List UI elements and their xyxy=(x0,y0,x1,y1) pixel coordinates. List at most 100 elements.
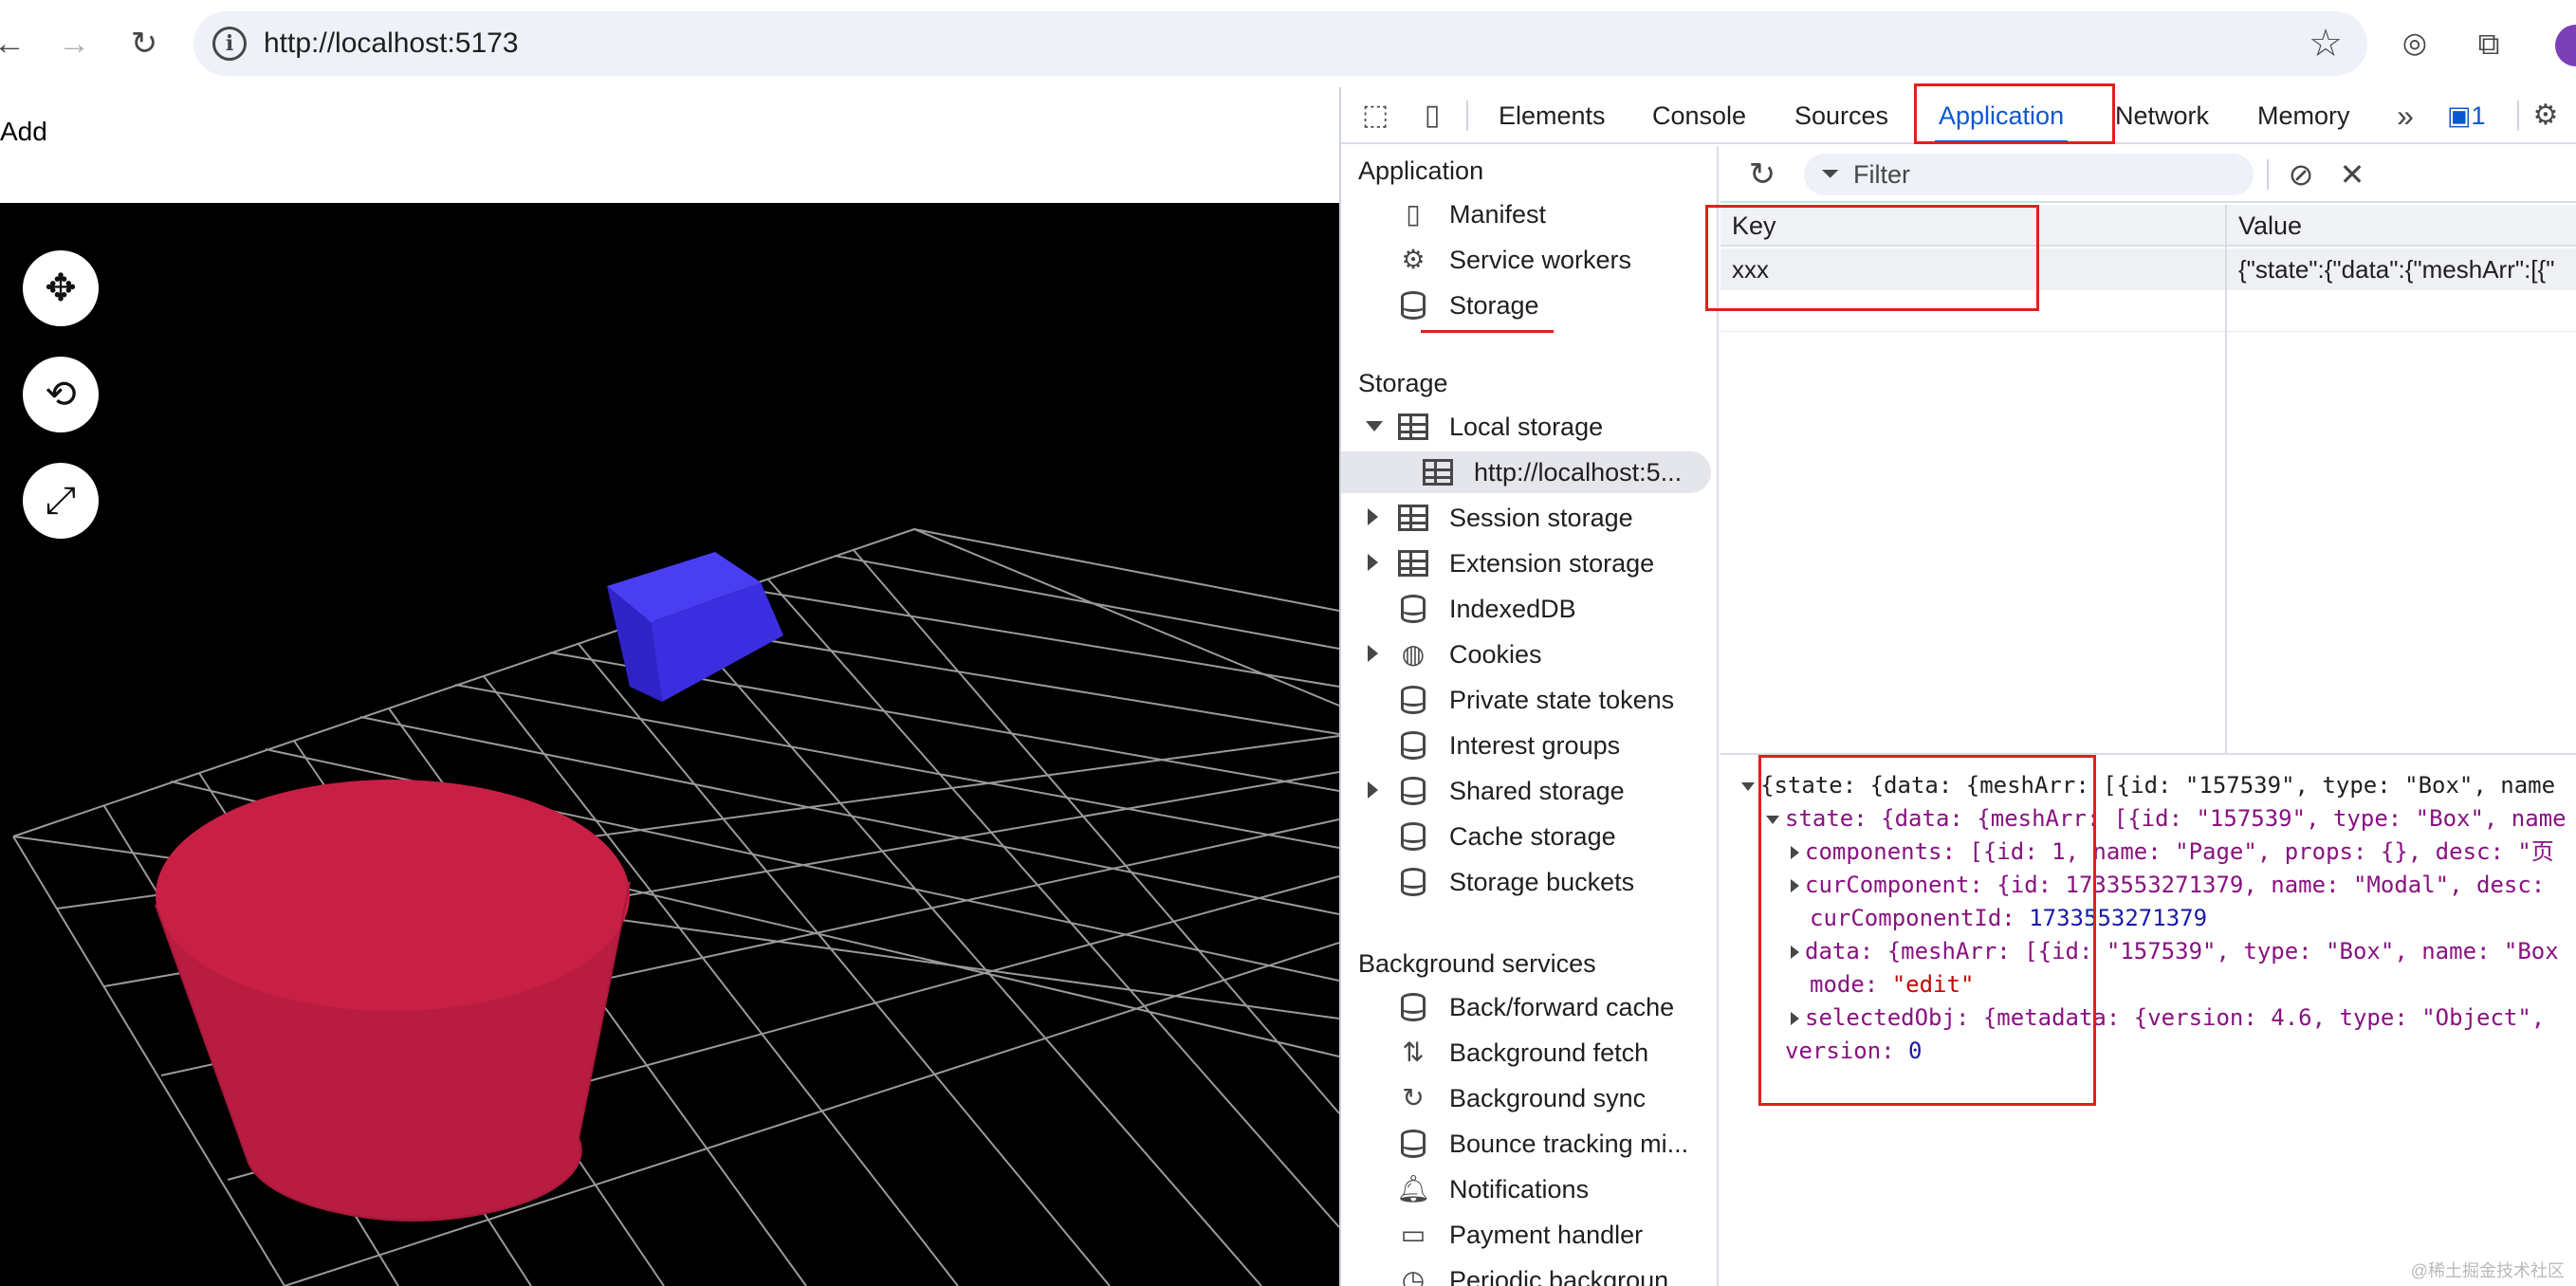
device-toolbar-icon[interactable]: ▯ xyxy=(1413,97,1451,135)
sidebar-item-label: Payment handler xyxy=(1449,1221,1644,1249)
tab-memory[interactable]: Memory xyxy=(2257,87,2350,144)
preview-cur-component-line[interactable]: curComponent: {id: 1733553271379, name: … xyxy=(1791,868,2545,902)
preview-key: version: xyxy=(1785,1038,1895,1064)
sidebar-item-periodic-background[interactable]: ◷ Periodic backgroun xyxy=(1341,1259,1717,1286)
clear-all-icon[interactable]: ⊘ xyxy=(2282,156,2320,193)
sidebar-item-local-storage[interactable]: Local storage xyxy=(1341,406,1717,448)
preview-key: curComponentId: xyxy=(1810,905,2015,931)
forward-arrow-icon[interactable]: → xyxy=(49,19,99,68)
add-label[interactable]: Add xyxy=(0,116,47,148)
cell-value[interactable]: {"state":{"data":{"meshArr":[{" xyxy=(2227,248,2576,290)
up-down-arrows-icon: ⇅ xyxy=(1402,1038,1425,1067)
sidebar-item-cache-storage[interactable]: Cache storage xyxy=(1341,816,1717,857)
collapse-triangle-icon[interactable] xyxy=(1791,946,1799,959)
sidebar-item-notifications[interactable]: 🔔︎ Notifications xyxy=(1341,1168,1717,1210)
sidebar-item-storage-buckets[interactable]: Storage buckets xyxy=(1341,861,1717,903)
cookie-icon: ◍ xyxy=(1401,639,1426,669)
red-cylinder xyxy=(155,780,631,1222)
table-header: Key Value xyxy=(1720,205,2576,247)
column-header-key[interactable]: Key xyxy=(1720,205,2225,247)
url-text[interactable]: http://localhost:5173 xyxy=(264,27,519,61)
refresh-icon[interactable]: ↻ xyxy=(1743,156,1781,193)
profile-avatar[interactable] xyxy=(2555,25,2576,66)
sidebar-item-service-workers[interactable]: ⚙ Service workers xyxy=(1341,239,1717,281)
sidebar-item-storage-overview[interactable]: Storage xyxy=(1341,285,1717,326)
sidebar-item-label: Shared storage xyxy=(1449,777,1625,805)
delete-selected-icon[interactable]: ✕ xyxy=(2333,156,2371,193)
sidebar-item-session-storage[interactable]: Session storage xyxy=(1341,497,1717,539)
toolbar-separator xyxy=(2267,159,2269,190)
collapse-arrow-icon[interactable] xyxy=(1368,645,1378,662)
preview-text: data: {meshArr: [{id: "157539", type: "B… xyxy=(1805,938,2559,964)
sidebar-item-local-storage-origin[interactable]: http://localhost:5... xyxy=(1341,451,1711,493)
application-section-header: Application xyxy=(1358,156,1484,185)
extension-circle-icon[interactable]: ◎ xyxy=(2390,19,2439,68)
reload-icon[interactable]: ↻ xyxy=(120,19,169,68)
preview-state-line[interactable]: state: {data: {meshArr: [{id: "157539", … xyxy=(1766,801,2567,836)
expand-arrow-icon[interactable] xyxy=(1366,421,1383,432)
devtools-panel: ⬚ ▯ Elements Console Sources Application… xyxy=(1339,87,2576,1286)
collapse-triangle-icon[interactable] xyxy=(1791,879,1799,892)
preview-components-line[interactable]: components: [{id: 1, name: "Page", props… xyxy=(1791,835,2554,869)
preview-text: state: {data: {meshArr: [{id: "157539", … xyxy=(1785,805,2567,832)
3d-viewport[interactable]: ✥ ⟲ ⤢ xyxy=(0,203,1339,1286)
expand-triangle-icon[interactable] xyxy=(1741,781,1755,791)
move-tool-button[interactable]: ✥ xyxy=(23,250,99,326)
gears-icon: ⚙ xyxy=(1401,245,1426,274)
filter-input[interactable] xyxy=(1853,157,2233,192)
sidebar-item-manifest[interactable]: ▯ Manifest xyxy=(1341,193,1717,235)
sidebar-item-label: Local storage xyxy=(1449,413,1604,441)
collapse-triangle-icon[interactable] xyxy=(1791,846,1799,859)
scale-tool-button[interactable]: ⤢ xyxy=(23,463,99,539)
collapse-arrow-icon[interactable] xyxy=(1368,781,1378,799)
cell-key[interactable]: xxx xyxy=(1720,248,2225,290)
table-icon xyxy=(1396,410,1430,444)
sidebar-item-shared-storage[interactable]: Shared storage xyxy=(1341,770,1717,812)
preview-cur-component-id-line: curComponentId: 1733553271379 xyxy=(1810,901,2207,935)
devtools-tab-bar: ⬚ ▯ Elements Console Sources Application… xyxy=(1341,87,2576,144)
preview-selected-obj-line[interactable]: selectedObj: {metadata: {version: 4.6, t… xyxy=(1791,1001,2545,1035)
filter-input-wrapper[interactable]: ⏷ xyxy=(1804,154,2254,195)
inspect-element-icon[interactable]: ⬚ xyxy=(1356,97,1394,135)
tab-elements[interactable]: Elements xyxy=(1499,87,1606,144)
sidebar-item-label: Manifest xyxy=(1449,200,1547,229)
preview-text: selectedObj: {metadata: {version: 4.6, t… xyxy=(1805,1004,2546,1031)
funnel-icon: ⏷ xyxy=(1821,161,1840,187)
site-info-icon[interactable]: i xyxy=(212,27,247,61)
bookmark-star-icon[interactable]: ☆ xyxy=(2309,21,2343,66)
settings-gear-icon[interactable]: ⚙ xyxy=(2527,97,2565,135)
expand-triangle-icon[interactable] xyxy=(1766,815,1779,824)
collapse-triangle-icon[interactable] xyxy=(1791,1012,1799,1025)
collapse-arrow-icon[interactable] xyxy=(1368,554,1378,571)
watermark-text: @稀土掘金技术社区 xyxy=(2410,1261,2565,1280)
sidebar-item-background-fetch[interactable]: ⇅ Background fetch xyxy=(1341,1032,1717,1074)
back-arrow-icon[interactable]: ← xyxy=(0,19,34,68)
sidebar-item-extension-storage[interactable]: Extension storage xyxy=(1341,542,1717,584)
issues-badge[interactable]: ▣1 xyxy=(2447,87,2486,144)
more-tabs-icon[interactable]: » xyxy=(2386,97,2424,135)
tab-network[interactable]: Network xyxy=(2115,87,2209,144)
sidebar-item-indexeddb[interactable]: IndexedDB xyxy=(1341,588,1717,630)
collapse-arrow-icon[interactable] xyxy=(1368,508,1378,525)
tab-sources[interactable]: Sources xyxy=(1794,87,1888,144)
preview-data-line[interactable]: data: {meshArr: [{id: "157539", type: "B… xyxy=(1791,934,2559,968)
application-sidebar: Application ▯ Manifest ⚙ Service workers… xyxy=(1341,146,1719,1286)
sidebar-item-cookies[interactable]: ◍ Cookies xyxy=(1341,634,1717,675)
sidebar-item-bounce-tracking[interactable]: Bounce tracking mi... xyxy=(1341,1123,1717,1165)
column-header-value[interactable]: Value xyxy=(2227,205,2576,247)
sidebar-item-payment-handler[interactable]: ▭ Payment handler xyxy=(1341,1214,1717,1256)
tab-application[interactable]: Application xyxy=(1935,87,2069,144)
sidebar-item-back-forward-cache[interactable]: Back/forward cache xyxy=(1341,986,1717,1028)
rotate-tool-button[interactable]: ⟲ xyxy=(23,357,99,432)
preview-text: components: [{id: 1, name: "Page", props… xyxy=(1805,838,2554,865)
sidebar-item-private-state-tokens[interactable]: Private state tokens xyxy=(1341,679,1717,721)
table-row[interactable]: xxx {"state":{"data":{"meshArr":[{" xyxy=(1720,248,2576,290)
preview-root-line[interactable]: {state: {data: {meshArr: [{id: "157539",… xyxy=(1741,768,2555,802)
sidebar-item-interest-groups[interactable]: Interest groups xyxy=(1341,725,1717,766)
extensions-puzzle-icon[interactable]: ⧉ xyxy=(2464,19,2513,68)
tab-console[interactable]: Console xyxy=(1652,87,1746,144)
preview-key: mode: xyxy=(1810,971,1879,998)
sidebar-item-background-sync[interactable]: ↻ Background sync xyxy=(1341,1077,1717,1119)
database-icon xyxy=(1396,865,1430,899)
address-bar[interactable]: i http://localhost:5173 ☆ xyxy=(193,11,2367,76)
